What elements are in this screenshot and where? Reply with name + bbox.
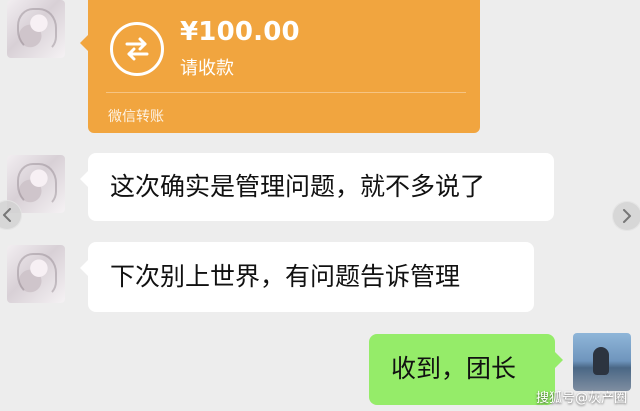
transfer-amount: ¥100.00 — [180, 17, 300, 47]
transfer-footer-label: 微信转账 — [108, 109, 164, 125]
transfer-divider — [106, 92, 466, 93]
message-text: 下次别上世界，有问题告诉管理 — [110, 262, 461, 291]
transfer-status: 请收款 — [180, 58, 234, 79]
watermark: 搜狐号@灰产圈 — [536, 391, 628, 406]
message-text: 收到，团长 — [391, 354, 517, 383]
chevron-right-icon — [623, 209, 631, 223]
contact-avatar — [7, 0, 65, 58]
message-bubble: 这次确实是管理问题，就不多说了 — [80, 153, 554, 221]
next-arrow-button[interactable] — [612, 201, 640, 231]
message-bubble: 收到，团长 — [369, 334, 563, 405]
message-text: 这次确实是管理问题，就不多说了 — [110, 172, 486, 201]
chevron-left-icon — [3, 208, 11, 222]
contact-avatar — [7, 245, 65, 303]
wechat-transfer-card[interactable]: ¥100.00 请收款 微信转账 — [80, 0, 480, 133]
transfer-arrows-icon — [110, 22, 164, 76]
message-bubble: 下次别上世界，有问题告诉管理 — [80, 242, 534, 312]
user-avatar — [573, 333, 631, 391]
